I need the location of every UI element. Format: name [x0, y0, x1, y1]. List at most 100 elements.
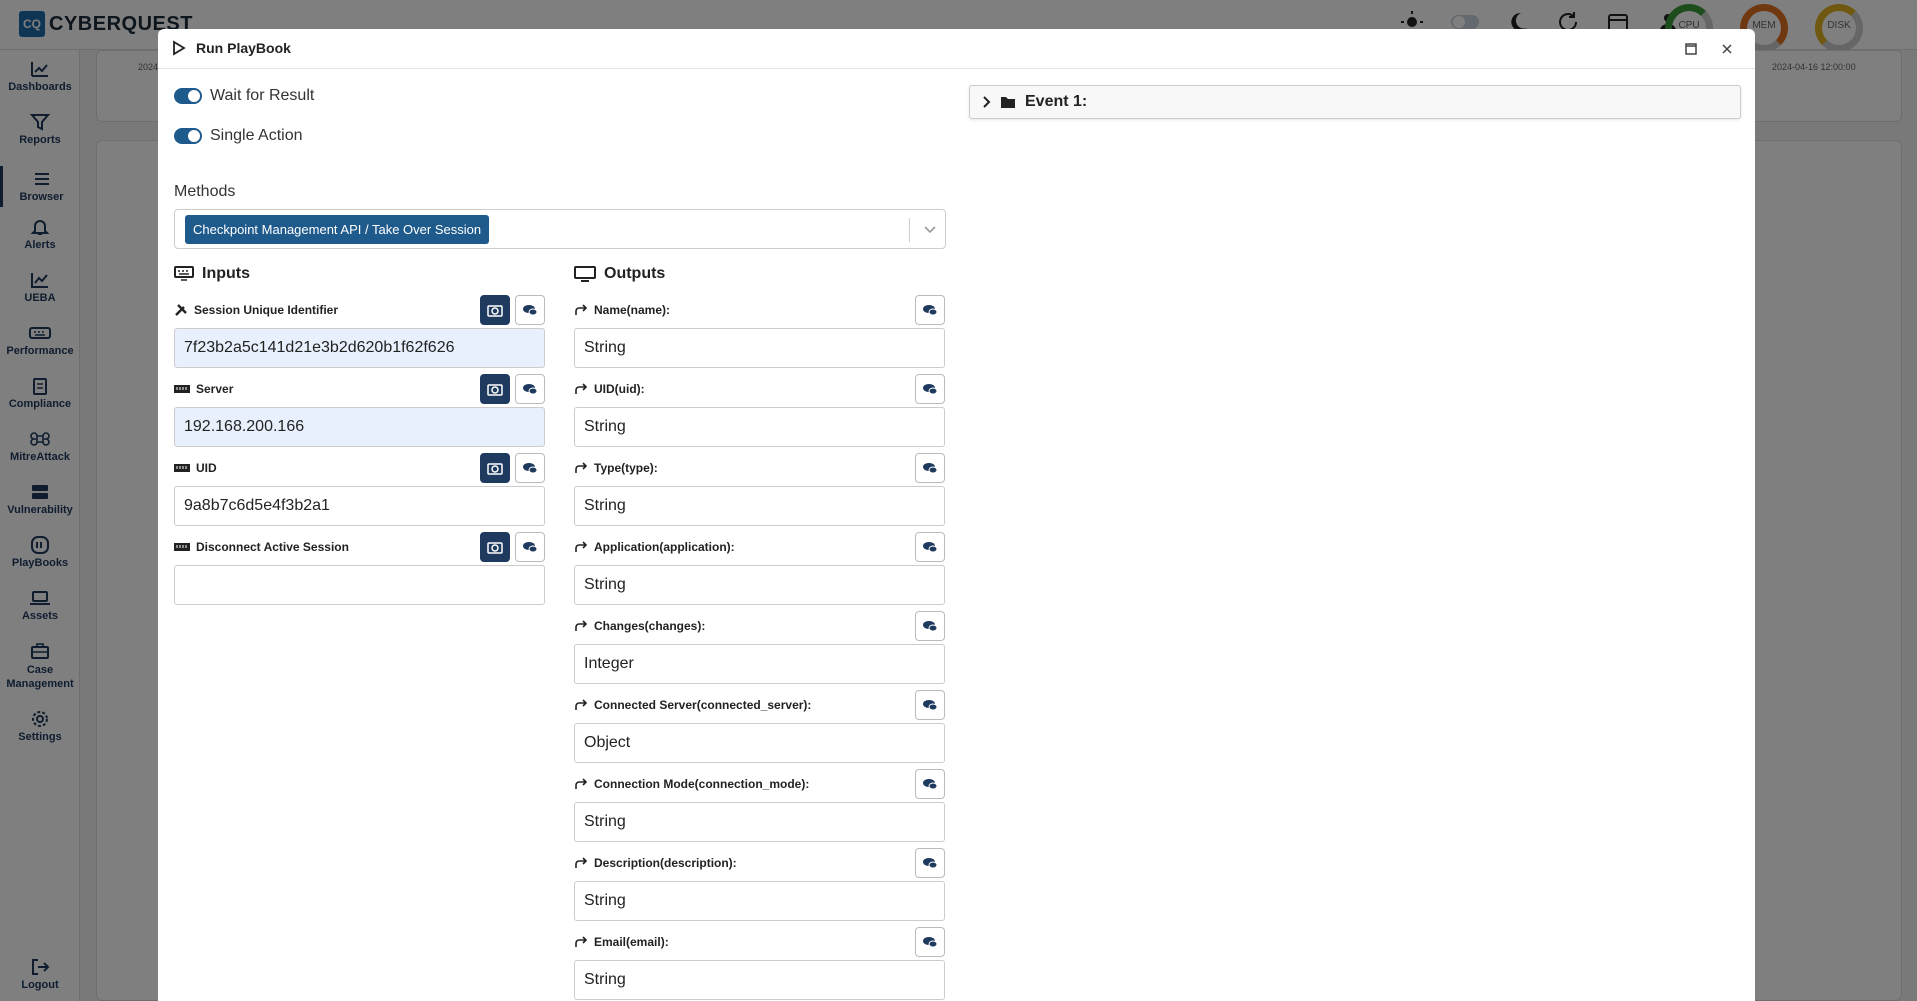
wait-for-result-label: Wait for Result [210, 87, 315, 104]
input-label-disconnect: Disconnect Active Session [174, 540, 349, 554]
share-arrow-icon [575, 462, 588, 473]
variable-button[interactable] [915, 690, 945, 720]
camera-icon [487, 542, 503, 554]
variable-button[interactable] [915, 374, 945, 404]
variable-button[interactable] [915, 927, 945, 957]
share-arrow-icon [575, 620, 588, 631]
close-button[interactable] [1714, 36, 1740, 62]
variable-button[interactable] [915, 532, 945, 562]
camera-icon [487, 463, 503, 475]
disconnect-session-input[interactable] [174, 565, 545, 605]
snapshot-button[interactable] [480, 532, 510, 562]
variable-icon [923, 384, 938, 395]
variable-icon [923, 463, 938, 474]
inputs-title: Inputs [202, 265, 250, 282]
variable-icon [923, 937, 938, 948]
output-label: Connection Mode(connection_mode): [574, 777, 809, 791]
chevron-down-icon[interactable] [923, 222, 937, 236]
input-label-uid: UID [174, 461, 217, 475]
output-description-field[interactable]: String [574, 881, 945, 921]
variable-button[interactable] [515, 295, 545, 325]
output-label-text: Name(name): [594, 303, 671, 317]
variable-button[interactable] [515, 532, 545, 562]
selected-method-chip[interactable]: Checkpoint Management API / Take Over Se… [185, 215, 490, 244]
modal-title: Run PlayBook [196, 40, 291, 56]
output-label: Application(application): [574, 540, 735, 554]
variable-button[interactable] [915, 848, 945, 878]
variable-button[interactable] [915, 295, 945, 325]
output-application-field[interactable]: String [574, 565, 945, 605]
input-label-text: UID [196, 461, 217, 475]
share-arrow-icon [575, 936, 588, 947]
tools-icon [175, 304, 187, 316]
output-label: Connected Server(connected_server): [574, 698, 811, 712]
variable-icon [923, 542, 938, 553]
close-icon [1722, 44, 1732, 54]
outputs-title: Outputs [604, 265, 666, 282]
folder-icon [1001, 97, 1015, 108]
select-separator [909, 218, 910, 242]
variable-icon [523, 384, 538, 395]
output-email-field[interactable]: String [574, 960, 945, 1000]
share-arrow-icon [575, 699, 588, 710]
share-arrow-icon [575, 857, 588, 868]
output-label: Email(email): [574, 935, 669, 949]
camera-icon [487, 305, 503, 317]
variable-button[interactable] [515, 453, 545, 483]
output-connection-mode-field[interactable]: String [574, 802, 945, 842]
output-label-text: Description(description): [594, 856, 737, 870]
variable-icon [923, 621, 938, 632]
output-label-text: Connection Mode(connection_mode): [594, 777, 810, 791]
variable-icon [523, 463, 538, 474]
output-label: Name(name): [574, 303, 670, 317]
variable-icon [923, 858, 938, 869]
input-label-text: Disconnect Active Session [196, 540, 349, 554]
methods-select[interactable]: Checkpoint Management API / Take Over Se… [174, 209, 946, 249]
session-uid-input[interactable]: 7f23b2a5c141d21e3b2d620b1f62f626 [174, 328, 545, 368]
camera-icon [487, 384, 503, 396]
variable-icon [923, 779, 938, 790]
output-name-field[interactable]: String [574, 328, 945, 368]
output-label: Description(description): [574, 856, 737, 870]
variable-icon [523, 542, 538, 553]
output-type-field[interactable]: String [574, 486, 945, 526]
event-accordion[interactable]: Event 1: [969, 85, 1741, 119]
maximize-button[interactable] [1678, 36, 1704, 62]
keyboard-icon [174, 385, 190, 393]
output-label: Changes(changes): [574, 619, 705, 633]
output-label-text: UID(uid): [594, 382, 645, 396]
event-label: Event 1: [1025, 93, 1088, 110]
monitor-icon [574, 266, 596, 282]
chevron-right-icon [983, 96, 991, 108]
keyboard-icon [174, 464, 190, 472]
single-action-toggle[interactable] [174, 128, 202, 144]
output-label-text: Application(application): [594, 540, 735, 554]
variable-button[interactable] [515, 374, 545, 404]
output-label-text: Email(email): [594, 935, 669, 949]
share-arrow-icon [575, 541, 588, 552]
variable-button[interactable] [915, 611, 945, 641]
output-label-text: Changes(changes): [594, 619, 706, 633]
output-connected-server-field[interactable]: Object [574, 723, 945, 763]
outputs-heading: Outputs [574, 265, 665, 283]
output-uid-field[interactable]: String [574, 407, 945, 447]
snapshot-button[interactable] [480, 295, 510, 325]
snapshot-button[interactable] [480, 374, 510, 404]
output-changes-field[interactable]: Integer [574, 644, 945, 684]
wait-for-result-toggle[interactable] [174, 88, 202, 104]
snapshot-button[interactable] [480, 453, 510, 483]
methods-label: Methods [174, 183, 236, 200]
variable-icon [923, 305, 938, 316]
output-label: UID(uid): [574, 382, 645, 396]
input-label-text: Server [196, 382, 234, 396]
variable-button[interactable] [915, 769, 945, 799]
share-arrow-icon [575, 778, 588, 789]
share-arrow-icon [575, 383, 588, 394]
server-input[interactable]: 192.168.200.166 [174, 407, 545, 447]
keyboard-icon [174, 543, 190, 551]
output-label-text: Connected Server(connected_server): [594, 698, 812, 712]
variable-button[interactable] [915, 453, 945, 483]
maximize-icon [1685, 43, 1697, 55]
uid-input[interactable]: 9a8b7c6d5e4f3b2a1 [174, 486, 545, 526]
input-label-server: Server [174, 382, 233, 396]
